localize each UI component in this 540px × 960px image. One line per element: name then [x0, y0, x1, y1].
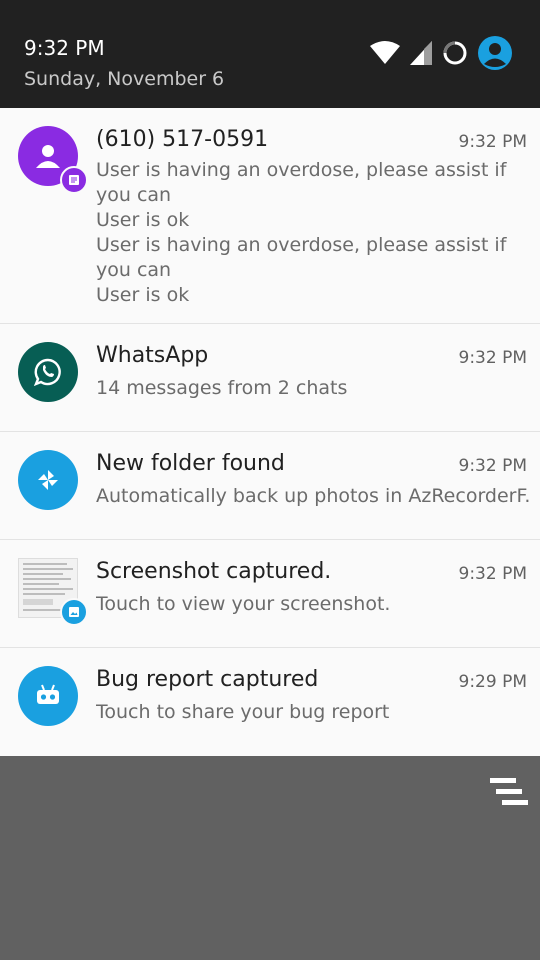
clock: 9:32 PM: [24, 36, 105, 60]
notification-time: 9:29 PM: [458, 672, 528, 692]
pinwheel-icon: [18, 450, 78, 510]
notification-time: 9:32 PM: [458, 564, 528, 584]
android-bug-icon: [18, 666, 78, 726]
notification-title: WhatsApp: [96, 343, 209, 368]
notification-title: New folder found: [96, 451, 285, 476]
notification-whatsapp[interactable]: WhatsApp 9:32 PM 14 messages from 2 chat…: [0, 324, 540, 432]
notification-title: Screenshot captured.: [96, 559, 332, 584]
notification-title: Bug report captured: [96, 667, 319, 692]
message-line: User is ok: [96, 284, 190, 306]
message-line: User is having an overdose, please assis…: [96, 234, 507, 281]
notification-time: 9:32 PM: [458, 132, 528, 152]
notification-text: Automatically back up photos in AzRecord…: [96, 485, 530, 507]
notification-new-folder[interactable]: New folder found 9:32 PM Automatically b…: [0, 432, 540, 540]
notification-time: 9:32 PM: [458, 456, 528, 476]
message-line: User is ok: [96, 209, 190, 231]
whatsapp-icon: [18, 342, 78, 402]
account-icon[interactable]: [478, 36, 512, 70]
cell-signal-icon: [410, 41, 432, 65]
notification-text: Touch to share your bug report: [96, 701, 390, 723]
message-line: User is having an overdose, please assis…: [96, 159, 507, 206]
notification-panel: (610) 517-0591 9:32 PM User is having an…: [0, 108, 540, 756]
notification-bug-report[interactable]: Bug report captured 9:29 PM Touch to sha…: [0, 648, 540, 756]
notification-messages: User is having an overdose, please assis…: [96, 158, 530, 308]
message-icon: [60, 166, 88, 194]
notification-text: 14 messages from 2 chats: [96, 377, 348, 399]
notification-time: 9:32 PM: [458, 348, 528, 368]
wifi-icon: [370, 41, 400, 64]
notification-title: (610) 517-0591: [96, 127, 269, 152]
notification-sms[interactable]: (610) 517-0591 9:32 PM User is having an…: [0, 108, 540, 324]
loading-circle-icon: [443, 41, 467, 65]
notification-screenshot[interactable]: Screenshot captured. 9:32 PM Touch to vi…: [0, 540, 540, 648]
date[interactable]: Sunday, November 6: [24, 68, 224, 90]
status-icons: [370, 36, 512, 70]
clear-all-icon[interactable]: [490, 776, 528, 808]
image-icon: [60, 598, 88, 626]
notification-text: Touch to view your screenshot.: [96, 593, 391, 615]
status-header: 9:32 PM Sunday, November 6: [0, 0, 540, 108]
